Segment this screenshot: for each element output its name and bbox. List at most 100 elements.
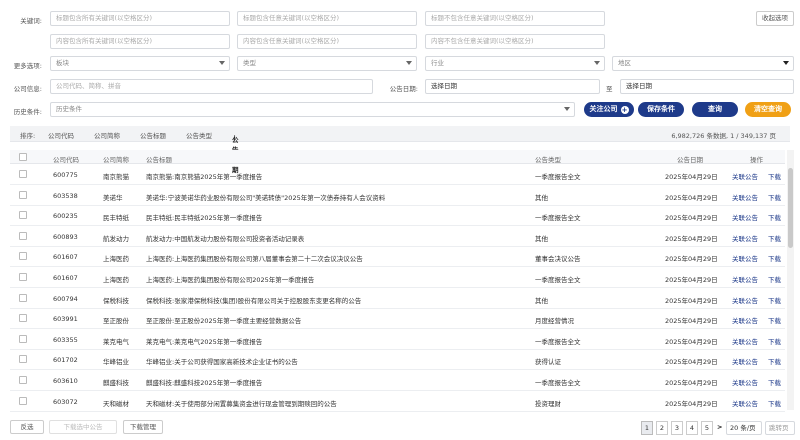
row-title[interactable]: 南京熊猫:南京熊猫2025年第一季度报告 (146, 171, 526, 181)
related-announcements-link[interactable]: 关联公告 (732, 171, 758, 181)
history-conditions-select[interactable]: 历史条件 (50, 102, 575, 117)
industry-select[interactable]: 行业 (425, 56, 605, 71)
row-checkbox[interactable] (19, 231, 27, 240)
region-select[interactable]: 地区 (612, 56, 794, 71)
download-link[interactable]: 下载 (768, 192, 781, 202)
row-checkbox[interactable] (19, 190, 27, 199)
save-conditions-button[interactable]: 保存条件 (638, 102, 684, 117)
row-checkbox[interactable] (19, 273, 27, 281)
download-link[interactable]: 下载 (768, 336, 781, 346)
table-row[interactable]: 603355 莱克电气 莱克电气:莱克电气2025年第一季度报告 一季度报告全文 202… (10, 330, 785, 350)
row-title[interactable]: 航发动力:中国航发动力股份有限公司投资者活动记录表 (146, 233, 526, 243)
select-all-checkbox[interactable] (19, 153, 27, 161)
row-title[interactable]: 上海医药:上海医药集团股份有限公司2025年第一季度报告 (146, 274, 526, 284)
table-row[interactable]: 603991 至正股份 至正股份:至正股份2025年第一季度主要经营数据公告 月度经营… (10, 309, 785, 330)
download-manager-button[interactable]: 下载管理 (123, 420, 163, 434)
clear-query-button[interactable]: 清空查询 (745, 102, 791, 117)
table-row[interactable]: 603610 麒盛科技 麒盛科技:麒盛科技2025年第一季度报告 一季度报告全文 202… (10, 371, 785, 391)
date-separator: 至 (606, 85, 613, 93)
related-announcements-link[interactable]: 关联公告 (732, 315, 758, 325)
collapse-options-button[interactable]: 收起选项 (756, 11, 794, 26)
download-link[interactable]: 下载 (768, 274, 781, 284)
title-exclude-keywords-input[interactable]: 标题不包含任意关键词(以空格区分) (425, 11, 605, 26)
page-5[interactable]: 5 (701, 421, 713, 435)
title-any-keywords-input[interactable]: 标题包含任意关键词(以空格区分) (237, 11, 417, 26)
row-checkbox[interactable] (19, 355, 27, 364)
arrow-down-icon: ↓ (232, 134, 238, 142)
download-link[interactable]: 下载 (768, 315, 781, 325)
table-row[interactable]: 603072 天和磁材 天和磁材:关于使用部分闲置募集资金进行现金管理到期赎回的公告… (10, 392, 785, 412)
invert-selection-button[interactable]: 反选 (10, 420, 44, 434)
table-row[interactable]: 600775 南京熊猫 南京熊猫:南京熊猫2025年第一季度报告 一季度报告全文 202… (10, 165, 785, 185)
scrollbar-thumb[interactable] (788, 168, 793, 248)
sort-by-type[interactable]: 公告类型 (186, 130, 212, 140)
related-announcements-link[interactable]: 关联公告 (732, 398, 758, 408)
follow-company-label: 关注公司 (589, 105, 618, 113)
row-checkbox[interactable] (19, 314, 27, 323)
title-all-keywords-input[interactable]: 标题包含所有关键词(以空格区分) (50, 11, 230, 26)
query-button[interactable]: 查询 (692, 102, 738, 117)
date-start-input[interactable]: 选择日期 (425, 79, 600, 94)
related-announcements-link[interactable]: 关联公告 (732, 233, 758, 243)
row-title[interactable]: 莱克电气:莱克电气2025年第一季度报告 (146, 336, 526, 346)
next-page-icon[interactable]: > (717, 423, 722, 431)
related-announcements-link[interactable]: 关联公告 (732, 336, 758, 346)
related-announcements-link[interactable]: 关联公告 (732, 295, 758, 305)
sort-by-name[interactable]: 公司简称 (94, 130, 120, 140)
company-search-input[interactable]: 公司代码、简称、拼音 (50, 79, 373, 94)
content-any-keywords-input[interactable]: 内容包含任意关键词(以空格区分) (237, 34, 417, 49)
row-title[interactable]: 华峰铝业:关于公司获得国家高新技术企业证书的公告 (146, 356, 526, 366)
row-title[interactable]: 民丰特纸:民丰特纸2025年第一季度报告 (146, 212, 526, 222)
header-code: 公司代码 (53, 156, 79, 164)
page-3[interactable]: 3 (671, 421, 683, 435)
related-announcements-link[interactable]: 关联公告 (732, 192, 758, 202)
table-row[interactable]: 601607 上海医药 上海医药:上海医药集团股份有限公司2025年第一季度报告 一季… (10, 268, 785, 288)
content-all-keywords-input[interactable]: 内容包含所有关键词(以空格区分) (50, 34, 230, 49)
download-link[interactable]: 下载 (768, 377, 781, 387)
page-4[interactable]: 4 (686, 421, 698, 435)
content-exclude-keywords-input[interactable]: 内容不包含任意关键词(以空格区分) (425, 34, 605, 49)
related-announcements-link[interactable]: 关联公告 (732, 356, 758, 366)
related-announcements-link[interactable]: 关联公告 (732, 377, 758, 387)
row-checkbox[interactable] (19, 376, 27, 384)
page-size-select[interactable]: 20 条/页 (726, 421, 762, 435)
row-checkbox[interactable] (19, 211, 27, 220)
sort-by-title[interactable]: 公告标题 (140, 130, 166, 140)
table-row[interactable]: 600235 民丰特纸 民丰特纸:民丰特纸2025年第一季度报告 一季度报告全文 202… (10, 206, 785, 227)
row-checkbox[interactable] (19, 293, 27, 302)
row-checkbox[interactable] (19, 170, 27, 178)
related-announcements-link[interactable]: 关联公告 (732, 274, 758, 284)
row-checkbox[interactable] (19, 252, 27, 261)
download-link[interactable]: 下载 (768, 233, 781, 243)
row-title[interactable]: 麒盛科技:麒盛科技2025年第一季度报告 (146, 377, 526, 387)
table-row[interactable]: 601702 华峰铝业 华峰铝业:关于公司获得国家高新技术企业证书的公告 获得认证 20… (10, 350, 785, 371)
table-row[interactable]: 601607 上海医药 上海医药:上海医药集团股份有限公司第八届董事会第二十二次会议… (10, 247, 785, 268)
download-link[interactable]: 下载 (768, 356, 781, 366)
download-link[interactable]: 下载 (768, 212, 781, 222)
download-selected-button[interactable]: 下载选中公告 (49, 420, 117, 434)
related-announcements-link[interactable]: 关联公告 (732, 212, 758, 222)
follow-company-button[interactable]: 关注公司 + (584, 102, 634, 117)
jump-page-input[interactable]: 跳转页 (765, 421, 795, 435)
page-1[interactable]: 1 (641, 421, 653, 435)
table-row[interactable]: 600893 航发动力 航发动力:中国航发动力股份有限公司投资者活动记录表 其他 202… (10, 227, 785, 247)
row-title[interactable]: 美诺华:宁波美诺华药业股份有限公司"美诺转债"2025年第一次债券持有人会议资料 (146, 192, 526, 202)
row-title[interactable]: 上海医药:上海医药集团股份有限公司第八届董事会第二十二次会议决议公告 (146, 253, 526, 263)
date-end-input[interactable]: 选择日期 (620, 79, 794, 94)
sort-by-code[interactable]: 公司代码 (48, 130, 74, 140)
download-link[interactable]: 下载 (768, 253, 781, 263)
download-link[interactable]: 下载 (768, 398, 781, 408)
row-checkbox[interactable] (19, 334, 27, 343)
row-title[interactable]: 保税科技:张家港保税科技(集团)股份有限公司关于控股股东变更名称的公告 (146, 295, 526, 305)
row-checkbox[interactable] (19, 396, 27, 405)
table-row[interactable]: 600794 保税科技 保税科技:张家港保税科技(集团)股份有限公司关于控股股东变更… (10, 289, 785, 309)
page-2[interactable]: 2 (656, 421, 668, 435)
table-row[interactable]: 603538 美诺华 美诺华:宁波美诺华药业股份有限公司"美诺转债"2025年第一次… (10, 186, 785, 206)
type-select[interactable]: 类型 (237, 56, 417, 71)
row-title[interactable]: 至正股份:至正股份2025年第一季度主要经营数据公告 (146, 315, 526, 325)
related-announcements-link[interactable]: 关联公告 (732, 253, 758, 263)
download-link[interactable]: 下载 (768, 295, 781, 305)
download-link[interactable]: 下载 (768, 171, 781, 181)
row-title[interactable]: 天和磁材:关于使用部分闲置募集资金进行现金管理到期赎回的公告 (146, 398, 526, 408)
sector-select[interactable]: 板块 (50, 56, 230, 71)
